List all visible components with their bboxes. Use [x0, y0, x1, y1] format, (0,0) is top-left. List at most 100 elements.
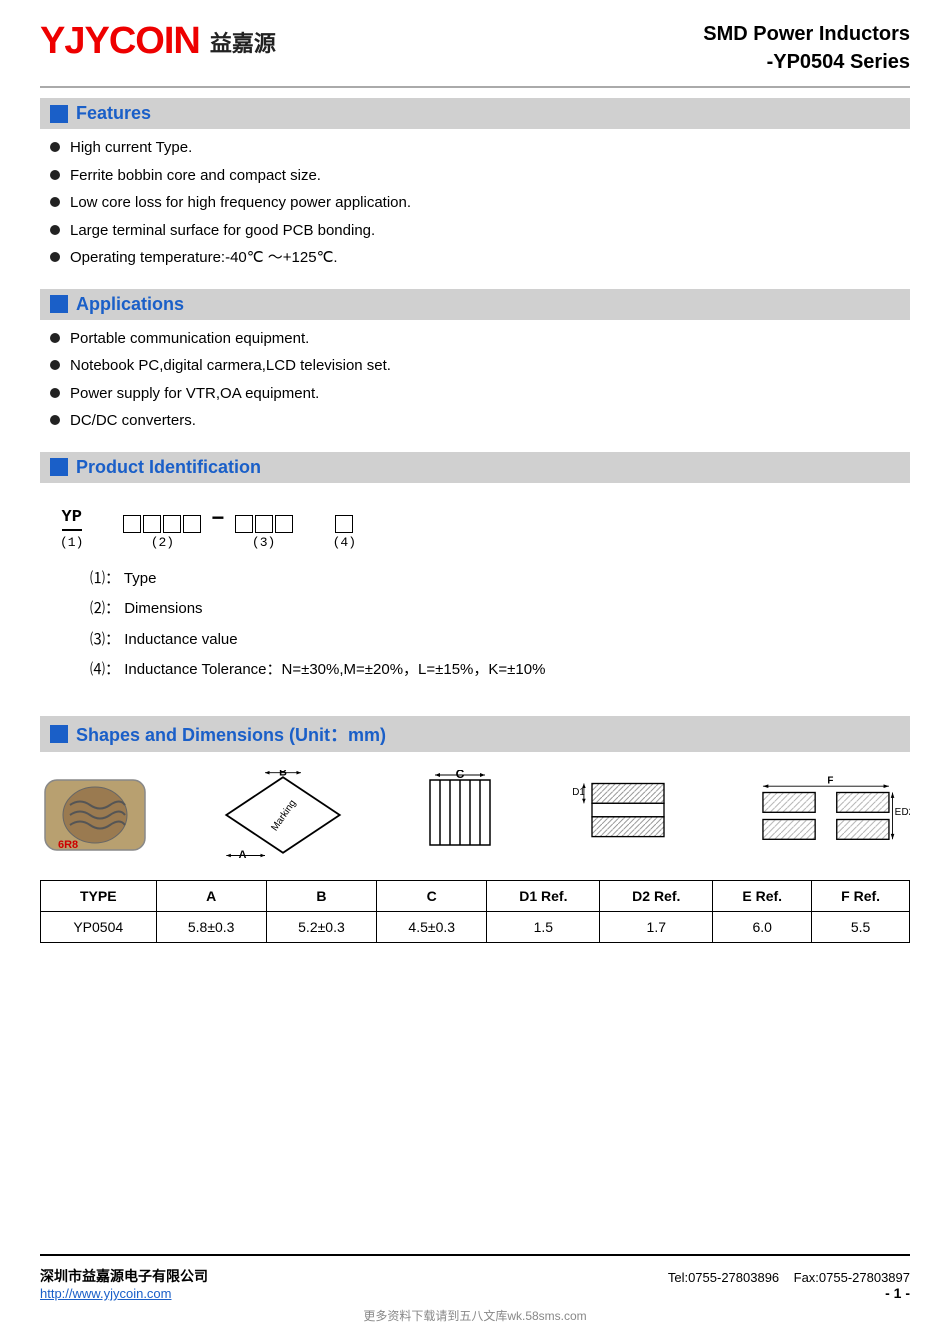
shapes-title: Shapes and Dimensions (Unit：mm)	[76, 721, 386, 747]
cell-d1: 1.5	[487, 911, 600, 942]
bullet-dot	[50, 333, 60, 343]
side-shape: D1	[568, 770, 688, 860]
cell-type: YP0504	[41, 911, 157, 942]
prod-id-boxes2	[123, 515, 201, 533]
svg-text:E: E	[895, 807, 902, 818]
prod-id-boxes4	[335, 515, 353, 533]
prod-id-num3: (3)	[252, 535, 275, 550]
shapes-images: 6R8 Marking B A	[40, 760, 910, 870]
diamond-shape: Marking B A	[213, 770, 353, 860]
legend-item: ⑵： Dimensions	[90, 598, 890, 621]
prod-id-group3: (3)	[235, 515, 293, 550]
svg-text:Marking: Marking	[269, 798, 298, 833]
logo-area: YJYCOIN 益嘉源	[40, 20, 276, 63]
legend-item: ⑶： Inductance value	[90, 629, 890, 652]
footer-page: - 1 -	[668, 1285, 910, 1301]
bullet-dot	[50, 225, 60, 235]
product-id-icon	[50, 458, 68, 476]
list-item: Portable communication equipment.	[50, 328, 910, 351]
bullet-dot	[50, 252, 60, 262]
list-item: Low core loss for high frequency power a…	[50, 192, 910, 215]
cell-c: 4.5±0.3	[377, 911, 487, 942]
legend-desc: Inductance Tolerance：N=±30%,M=±20%，L=±15…	[124, 661, 545, 678]
prod-id-num4: (4)	[333, 535, 356, 550]
header-divider	[40, 86, 910, 88]
product-id-diagram: YP (1) (2) −	[60, 507, 890, 550]
legend-num: ⑷：	[90, 661, 120, 678]
applications-title: Applications	[76, 294, 184, 315]
prod-id-group4: (4)	[333, 515, 356, 550]
prod-id-group2: (2)	[123, 515, 201, 550]
applications-section-bar: Applications	[40, 289, 910, 320]
logo-cn: 益嘉源	[210, 26, 276, 58]
prod-id-box	[275, 515, 293, 533]
cell-e: 6.0	[713, 911, 812, 942]
prod-id-dash: −	[211, 507, 224, 532]
svg-text:6R8: 6R8	[58, 839, 78, 851]
table-header-a: A	[156, 880, 266, 911]
footer-fax: Fax:0755-27803897	[794, 1270, 910, 1285]
prod-id-boxes3	[235, 515, 293, 533]
legend-num: ⑴：	[90, 570, 120, 587]
table-header-e: E Ref.	[713, 880, 812, 911]
bullet-dot	[50, 170, 60, 180]
prod-id-box	[335, 515, 353, 533]
table-row: YP0504 5.8±0.3 5.2±0.3 4.5±0.3 1.5 1.7 6…	[41, 911, 910, 942]
svg-text:B: B	[279, 770, 287, 778]
footer-website[interactable]: http://www.yjycoin.com	[40, 1286, 172, 1301]
svg-text:D1: D1	[572, 787, 585, 798]
features-icon	[50, 105, 68, 123]
table-header-type: TYPE	[41, 880, 157, 911]
product-title-line2: -YP0504 Series	[703, 48, 910, 76]
product-id-section-bar: Product Identification	[40, 452, 910, 483]
header: YJYCOIN 益嘉源 SMD Power Inductors -YP0504 …	[40, 20, 910, 76]
footer-right: Tel:0755-27803896 Fax:0755-27803897 - 1 …	[668, 1270, 910, 1301]
footer: 深圳市益嘉源电子有限公司 http://www.yjycoin.com Tel:…	[40, 1254, 910, 1301]
legend-desc: Inductance value	[124, 631, 237, 648]
svg-text:D2: D2	[902, 807, 910, 818]
shapes-area: 6R8 Marking B A	[40, 760, 910, 943]
prod-id-num2: (2)	[151, 535, 174, 550]
prod-id-box	[143, 515, 161, 533]
footer-company: 深圳市益嘉源电子有限公司	[40, 1266, 208, 1286]
prod-id-num1: (1)	[60, 535, 83, 550]
prod-id-box	[123, 515, 141, 533]
list-item: Ferrite bobbin core and compact size.	[50, 165, 910, 188]
cell-d2: 1.7	[600, 911, 713, 942]
product-id-title: Product Identification	[76, 457, 261, 478]
cell-b: 5.2±0.3	[266, 911, 376, 942]
list-item: DC/DC converters.	[50, 410, 910, 433]
table-header-b: B	[266, 880, 376, 911]
features-section-bar: Features	[40, 98, 910, 129]
list-item: Large terminal surface for good PCB bond…	[50, 220, 910, 243]
product-title-line1: SMD Power Inductors	[703, 20, 910, 48]
table-header-c: C	[377, 880, 487, 911]
footer-contact: Tel:0755-27803896 Fax:0755-27803897	[668, 1270, 910, 1285]
shapes-icon	[50, 725, 68, 743]
prod-id-box	[235, 515, 253, 533]
table-header-d2: D2 Ref.	[600, 880, 713, 911]
table-header-d1: D1 Ref.	[487, 880, 600, 911]
prod-id-box	[163, 515, 181, 533]
product-id-legend: ⑴： Type ⑵： Dimensions ⑶： Inductance valu…	[60, 568, 890, 682]
watermark: 更多资料下载请到五八文库wk.58sms.com	[40, 1307, 910, 1324]
bullet-dot	[50, 388, 60, 398]
svg-text:A: A	[238, 849, 246, 860]
legend-item: ⑴： Type	[90, 568, 890, 591]
cell-f: 5.5	[812, 911, 910, 942]
bullet-dot	[50, 415, 60, 425]
inductor-shape: 6R8	[40, 770, 150, 860]
prod-id-group1: YP (1)	[60, 508, 83, 550]
svg-text:F: F	[827, 775, 833, 786]
bullet-dot	[50, 360, 60, 370]
features-list: High current Type. Ferrite bobbin core a…	[40, 137, 910, 279]
table-header-f: F Ref.	[812, 880, 910, 911]
list-item: Operating temperature:-40℃ ～+125℃.	[50, 247, 910, 270]
legend-desc: Type	[124, 570, 157, 587]
product-id-area: YP (1) (2) −	[40, 491, 910, 706]
dimensions-table: TYPE A B C D1 Ref. D2 Ref. E Ref. F Ref.…	[40, 880, 910, 943]
list-item: High current Type.	[50, 137, 910, 160]
features-title: Features	[76, 103, 151, 124]
footer-left: 深圳市益嘉源电子有限公司 http://www.yjycoin.com	[40, 1266, 208, 1301]
prod-id-box	[183, 515, 201, 533]
